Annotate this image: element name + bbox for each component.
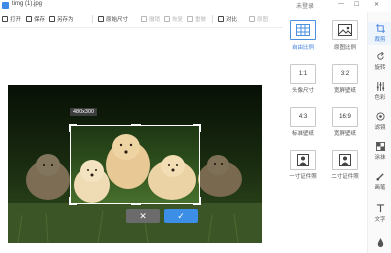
- original-size-icon: [98, 16, 104, 22]
- save-as-button[interactable]: 另存为: [49, 14, 74, 24]
- drop-icon: [377, 238, 383, 247]
- tool-crop[interactable]: 裁剪: [368, 22, 391, 45]
- compare-icon: [218, 16, 224, 22]
- crop-icon: [375, 24, 385, 33]
- id-photo-1-inch-button[interactable]: [290, 150, 316, 170]
- image-icon: [338, 24, 352, 36]
- filter-icon: [375, 112, 385, 121]
- save-button[interactable]: 保存: [26, 14, 45, 24]
- ratio-16-9-button[interactable]: 16:9: [332, 107, 358, 127]
- crop-ratio-panel: 自由比例 原图比例 1:1 头像尺寸 3:2 宽屏壁纸 4:3 标准壁纸 16:…: [283, 12, 367, 253]
- compare-button[interactable]: 对比: [218, 14, 237, 24]
- brush-icon: [375, 173, 384, 181]
- redo-icon: [164, 16, 170, 22]
- folder-icon: [2, 16, 8, 22]
- title-bar: timg (1).jpg 未登录 — ☐ ✕: [0, 0, 391, 11]
- minimize-button[interactable]: —: [338, 1, 344, 7]
- tool-rotate[interactable]: 旋转: [368, 52, 391, 71]
- tool-smear[interactable]: 涂抹: [368, 142, 391, 161]
- mosaic-icon: [375, 142, 385, 151]
- crop-handle-top-left[interactable]: [69, 124, 77, 132]
- rotate-icon: [376, 52, 384, 60]
- original-image-button[interactable]: 原图: [249, 14, 268, 24]
- ratio-original-label: 原图比例: [333, 45, 356, 51]
- undo-icon: [141, 16, 147, 22]
- ratio-4-3-label: 标准壁纸: [291, 131, 314, 137]
- reset-icon: [187, 16, 193, 22]
- ratio-free-button[interactable]: [290, 20, 316, 40]
- tool-color[interactable]: 色彩: [368, 82, 391, 101]
- grid-icon: [296, 24, 310, 36]
- ratio-3-2-button[interactable]: 3:2: [332, 64, 358, 84]
- save-as-icon: [49, 16, 55, 22]
- tool-text[interactable]: 文字: [368, 204, 391, 223]
- id-photo-1-inch-label: 一寸证件照: [289, 174, 317, 180]
- tool-more[interactable]: [368, 238, 391, 249]
- login-status[interactable]: 未登录: [296, 1, 314, 10]
- crop-shade-top: [8, 85, 262, 125]
- crop-shade-left: [8, 125, 70, 204]
- text-icon: [376, 204, 384, 213]
- tool-filter[interactable]: 滤镜: [368, 112, 391, 131]
- tool-rail: 裁剪 旋转 色彩 滤镜 涂抹 画笔 文字: [367, 12, 391, 253]
- ratio-16-9-label: 宽屏壁纸: [333, 131, 356, 137]
- sliders-icon: [376, 82, 384, 91]
- ratio-1-1-button[interactable]: 1:1: [290, 64, 316, 84]
- maximize-button[interactable]: ☐: [354, 1, 359, 8]
- original-image-icon: [249, 16, 255, 22]
- ratio-1-1-label: 头像尺寸: [291, 88, 314, 94]
- cancel-crop-button[interactable]: ✕: [126, 209, 160, 223]
- ratio-free-label: 自由比例: [291, 45, 314, 51]
- toolbar-separator: [92, 15, 93, 23]
- toolbar-separator: [212, 15, 213, 23]
- close-button[interactable]: ✕: [374, 1, 379, 8]
- redo-button[interactable]: 恢复: [164, 14, 183, 24]
- confirm-crop-button[interactable]: ✓: [164, 209, 198, 223]
- crop-size-label: 480x300: [70, 108, 98, 116]
- crop-handle-top-right[interactable]: [193, 124, 201, 132]
- ratio-3-2-label: 宽屏壁纸: [333, 88, 356, 94]
- crop-handle-bottom-right[interactable]: [193, 197, 201, 205]
- toolbar-divider: [0, 27, 283, 28]
- ratio-original-button[interactable]: [332, 20, 358, 40]
- toolbar: 打开 保存 另存为 原始尺寸 撤销 恢复 重做 对比 原图: [0, 12, 280, 26]
- person-icon: [297, 154, 309, 166]
- ratio-4-3-button[interactable]: 4:3: [290, 107, 316, 127]
- tool-brush[interactable]: 画笔: [368, 172, 391, 191]
- window-title: timg (1).jpg: [12, 1, 43, 7]
- crop-handle-bottom[interactable]: [131, 203, 141, 205]
- reset-button[interactable]: 重做: [187, 14, 206, 24]
- crop-frame[interactable]: [69, 124, 201, 205]
- app-icon: [2, 2, 9, 9]
- undo-button[interactable]: 撤销: [141, 14, 160, 24]
- crop-handle-top[interactable]: [131, 124, 141, 126]
- id-photo-2-inch-label: 二寸证件照: [331, 174, 359, 180]
- crop-handle-bottom-left[interactable]: [69, 197, 77, 205]
- crop-shade-right: [200, 125, 262, 204]
- save-icon: [26, 16, 32, 22]
- original-size-button[interactable]: 原始尺寸: [98, 14, 128, 24]
- person-icon: [339, 154, 351, 166]
- id-photo-2-inch-button[interactable]: [332, 150, 358, 170]
- open-button[interactable]: 打开: [2, 14, 21, 24]
